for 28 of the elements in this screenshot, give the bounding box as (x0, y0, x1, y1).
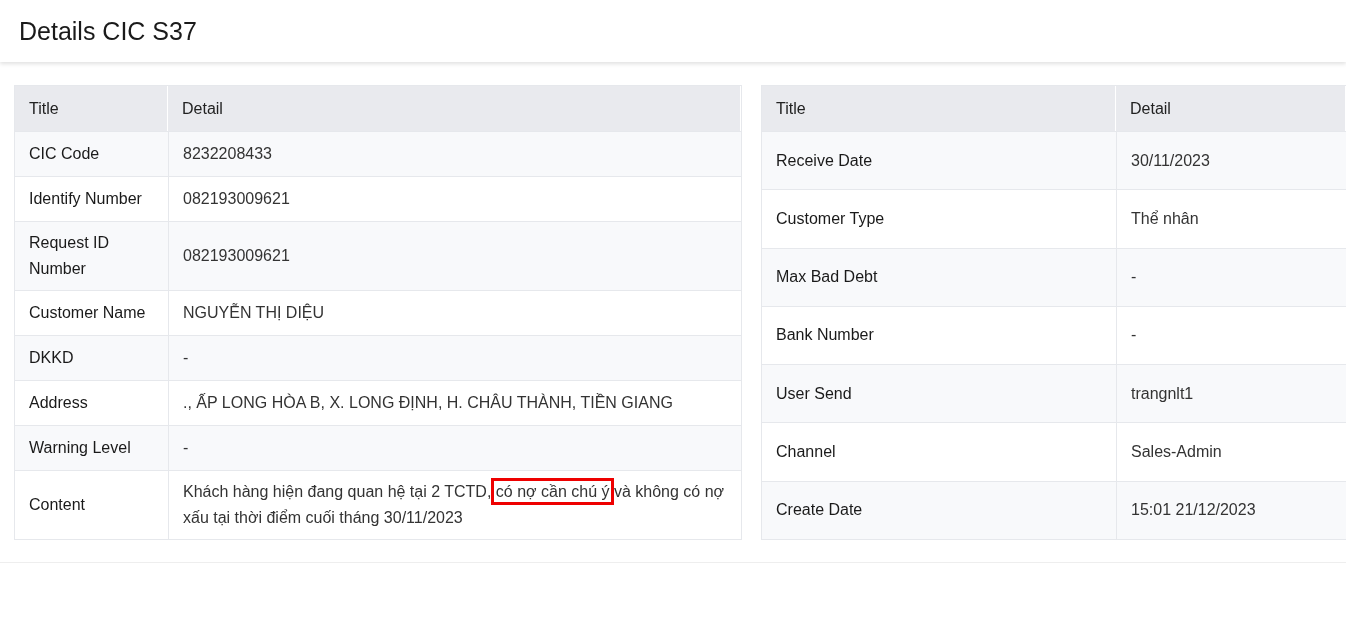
table-cell: - (168, 335, 741, 380)
table-cell: CIC Code (15, 131, 168, 176)
table-cell: 8232208433 (168, 131, 741, 176)
column-header: Title (762, 86, 1116, 131)
column-header: Title (15, 86, 168, 131)
column-header: Detail (168, 86, 741, 131)
table-cell: Create Date (762, 480, 1116, 539)
table-cell: ., ẤP LONG HÒA B, X. LONG ĐỊNH, H. CHÂU THÀNH, TIỀN GIANG (168, 380, 741, 425)
table-cell: trangnlt1 (1116, 364, 1346, 423)
table-cell: User Send (762, 364, 1116, 423)
table-cell: Receive Date (762, 131, 1116, 190)
table-cell: 30/11/2023 (1116, 131, 1346, 190)
table-cell: Sales-Admin (1116, 422, 1346, 481)
table-cell: - (1116, 305, 1346, 365)
table-cell: 082193009621 (168, 221, 741, 290)
table-cell: NGUYỄN THỊ DIỆU (168, 290, 741, 335)
column-header: Detail (1116, 86, 1346, 131)
table-cell: 15:01 21/12/2023 (1116, 480, 1346, 539)
table-cell: Request ID Number (15, 221, 168, 290)
table-cell: Khách hàng hiện đang quan hệ tại 2 TCTD, có nợ cần chú ý và không có nợ xấu tại thời điểm cuối tháng 30/11/2023 (168, 470, 741, 539)
table-cell: Thể nhân (1116, 189, 1346, 248)
table-cell: DKKD (15, 335, 168, 380)
table-cell: - (1116, 247, 1346, 306)
table-cell: Max Bad Debt (762, 247, 1116, 306)
table-cell: Warning Level (15, 425, 168, 470)
page-title: Details CIC S37 (19, 16, 197, 46)
table-cell: - (168, 425, 741, 470)
table-cell: 082193009621 (168, 176, 741, 221)
